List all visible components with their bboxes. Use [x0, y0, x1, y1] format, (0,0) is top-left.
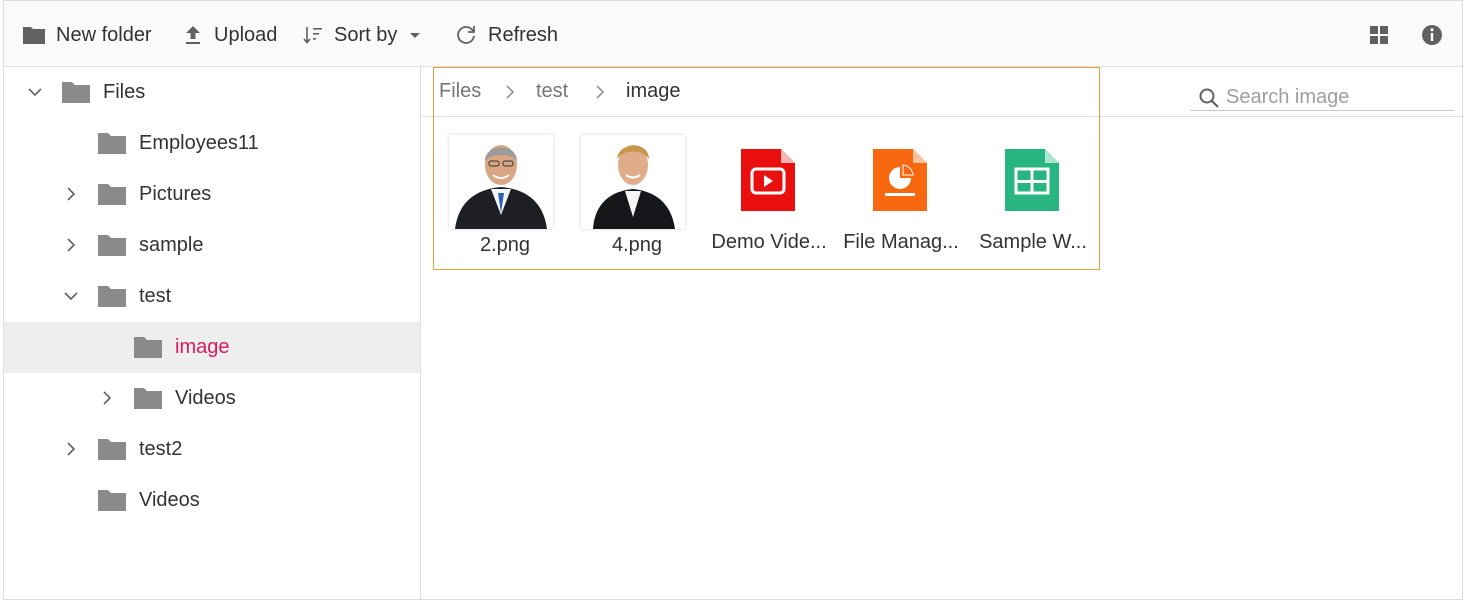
- chevron-right-icon[interactable]: [62, 440, 80, 458]
- tree-node-employees11[interactable]: Employees11: [4, 118, 420, 169]
- refresh-button[interactable]: Refresh: [454, 19, 558, 51]
- sort-by-button[interactable]: Sort by: [302, 19, 425, 51]
- breadcrumb-files[interactable]: Files: [439, 80, 481, 103]
- chevron-down-icon[interactable]: [26, 83, 44, 101]
- folder-icon: [98, 490, 126, 511]
- folder-icon: [62, 82, 90, 103]
- folder-icon: [134, 337, 162, 358]
- navigation-pane: Files Employees11 Pictures sample test i…: [4, 67, 421, 599]
- sort-icon: [303, 27, 322, 44]
- sort-by-label: Sort by: [334, 23, 398, 46]
- file-name: File Manag...: [843, 231, 959, 253]
- layout-content: Files test image Search image 2.png 4.pn…: [422, 67, 1462, 599]
- tree-node-label: Videos: [175, 387, 236, 409]
- file-name: 2.png: [479, 234, 531, 256]
- folder-icon: [98, 133, 126, 154]
- tree-node-label: sample: [139, 234, 204, 256]
- file-item[interactable]: 4.png: [571, 131, 703, 261]
- tree-node-label: test2: [139, 438, 183, 460]
- folder-icon: [23, 27, 45, 44]
- breadcrumb-image: image: [626, 80, 681, 102]
- upload-label: Upload: [214, 23, 278, 46]
- folder-icon: [134, 388, 162, 409]
- chevron-right-icon[interactable]: [98, 389, 116, 407]
- presentation-file-icon: [873, 149, 927, 211]
- refresh-label: Refresh: [488, 23, 559, 46]
- search-icon: [1199, 88, 1219, 108]
- folder-icon: [98, 286, 126, 307]
- tree-node-label: Files: [103, 81, 146, 103]
- chevron-right-icon: [596, 85, 605, 99]
- upload-icon: [186, 26, 200, 44]
- new-folder-button[interactable]: New folder: [22, 19, 152, 51]
- file-item[interactable]: Sample W...: [967, 131, 1099, 261]
- caret-down-icon: [410, 33, 421, 38]
- file-item[interactable]: File Manag...: [835, 131, 967, 261]
- search-input[interactable]: [1226, 83, 1446, 111]
- tree-node-label: test: [139, 285, 172, 307]
- search-box: [1190, 75, 1454, 111]
- tree-node-label: Employees11: [139, 132, 259, 154]
- spreadsheet-file-icon: [1005, 149, 1059, 211]
- chevron-down-icon[interactable]: [62, 287, 80, 305]
- tree-node-image[interactable]: image: [4, 322, 420, 373]
- info-icon[interactable]: [1420, 23, 1444, 47]
- refresh-icon: [457, 26, 475, 44]
- grid-view-icon[interactable]: [1367, 23, 1391, 47]
- upload-button[interactable]: Upload: [182, 19, 277, 51]
- toolbar: New folder Upload Sort by Refresh: [4, 1, 1462, 67]
- tree-node-videos-sub[interactable]: Videos: [4, 373, 420, 424]
- tree-node-videos[interactable]: Videos: [4, 475, 420, 526]
- file-item[interactable]: 2.png: [439, 131, 571, 261]
- tree-node-files[interactable]: Files: [4, 67, 420, 118]
- image-thumbnail: [449, 135, 553, 229]
- tree-node-label: Pictures: [139, 183, 212, 205]
- tree-node-test2[interactable]: test2: [4, 424, 420, 475]
- tree-node-label: image: [175, 336, 230, 358]
- file-name: Demo Vide...: [711, 231, 827, 253]
- chevron-right-icon[interactable]: [62, 185, 80, 203]
- tree-node-sample[interactable]: sample: [4, 220, 420, 271]
- chevron-right-icon[interactable]: [62, 236, 80, 254]
- video-file-icon: [741, 149, 795, 211]
- tree-node-label: Videos: [139, 489, 200, 511]
- address-bar: Files test image: [422, 67, 1462, 117]
- image-thumbnail: [581, 135, 685, 229]
- tree-node-test[interactable]: test: [4, 271, 420, 322]
- chevron-right-icon: [506, 85, 515, 99]
- file-name: 4.png: [611, 234, 663, 256]
- file-manager: New folder Upload Sort by Refresh Files …: [3, 0, 1463, 600]
- folder-icon: [98, 235, 126, 256]
- tree-node-pictures[interactable]: Pictures: [4, 169, 420, 220]
- folder-icon: [98, 184, 126, 205]
- folder-icon: [98, 439, 126, 460]
- new-folder-label: New folder: [56, 23, 152, 46]
- file-item[interactable]: Demo Vide...: [703, 131, 835, 261]
- breadcrumb-test[interactable]: test: [536, 80, 568, 103]
- file-name: Sample W...: [979, 231, 1087, 253]
